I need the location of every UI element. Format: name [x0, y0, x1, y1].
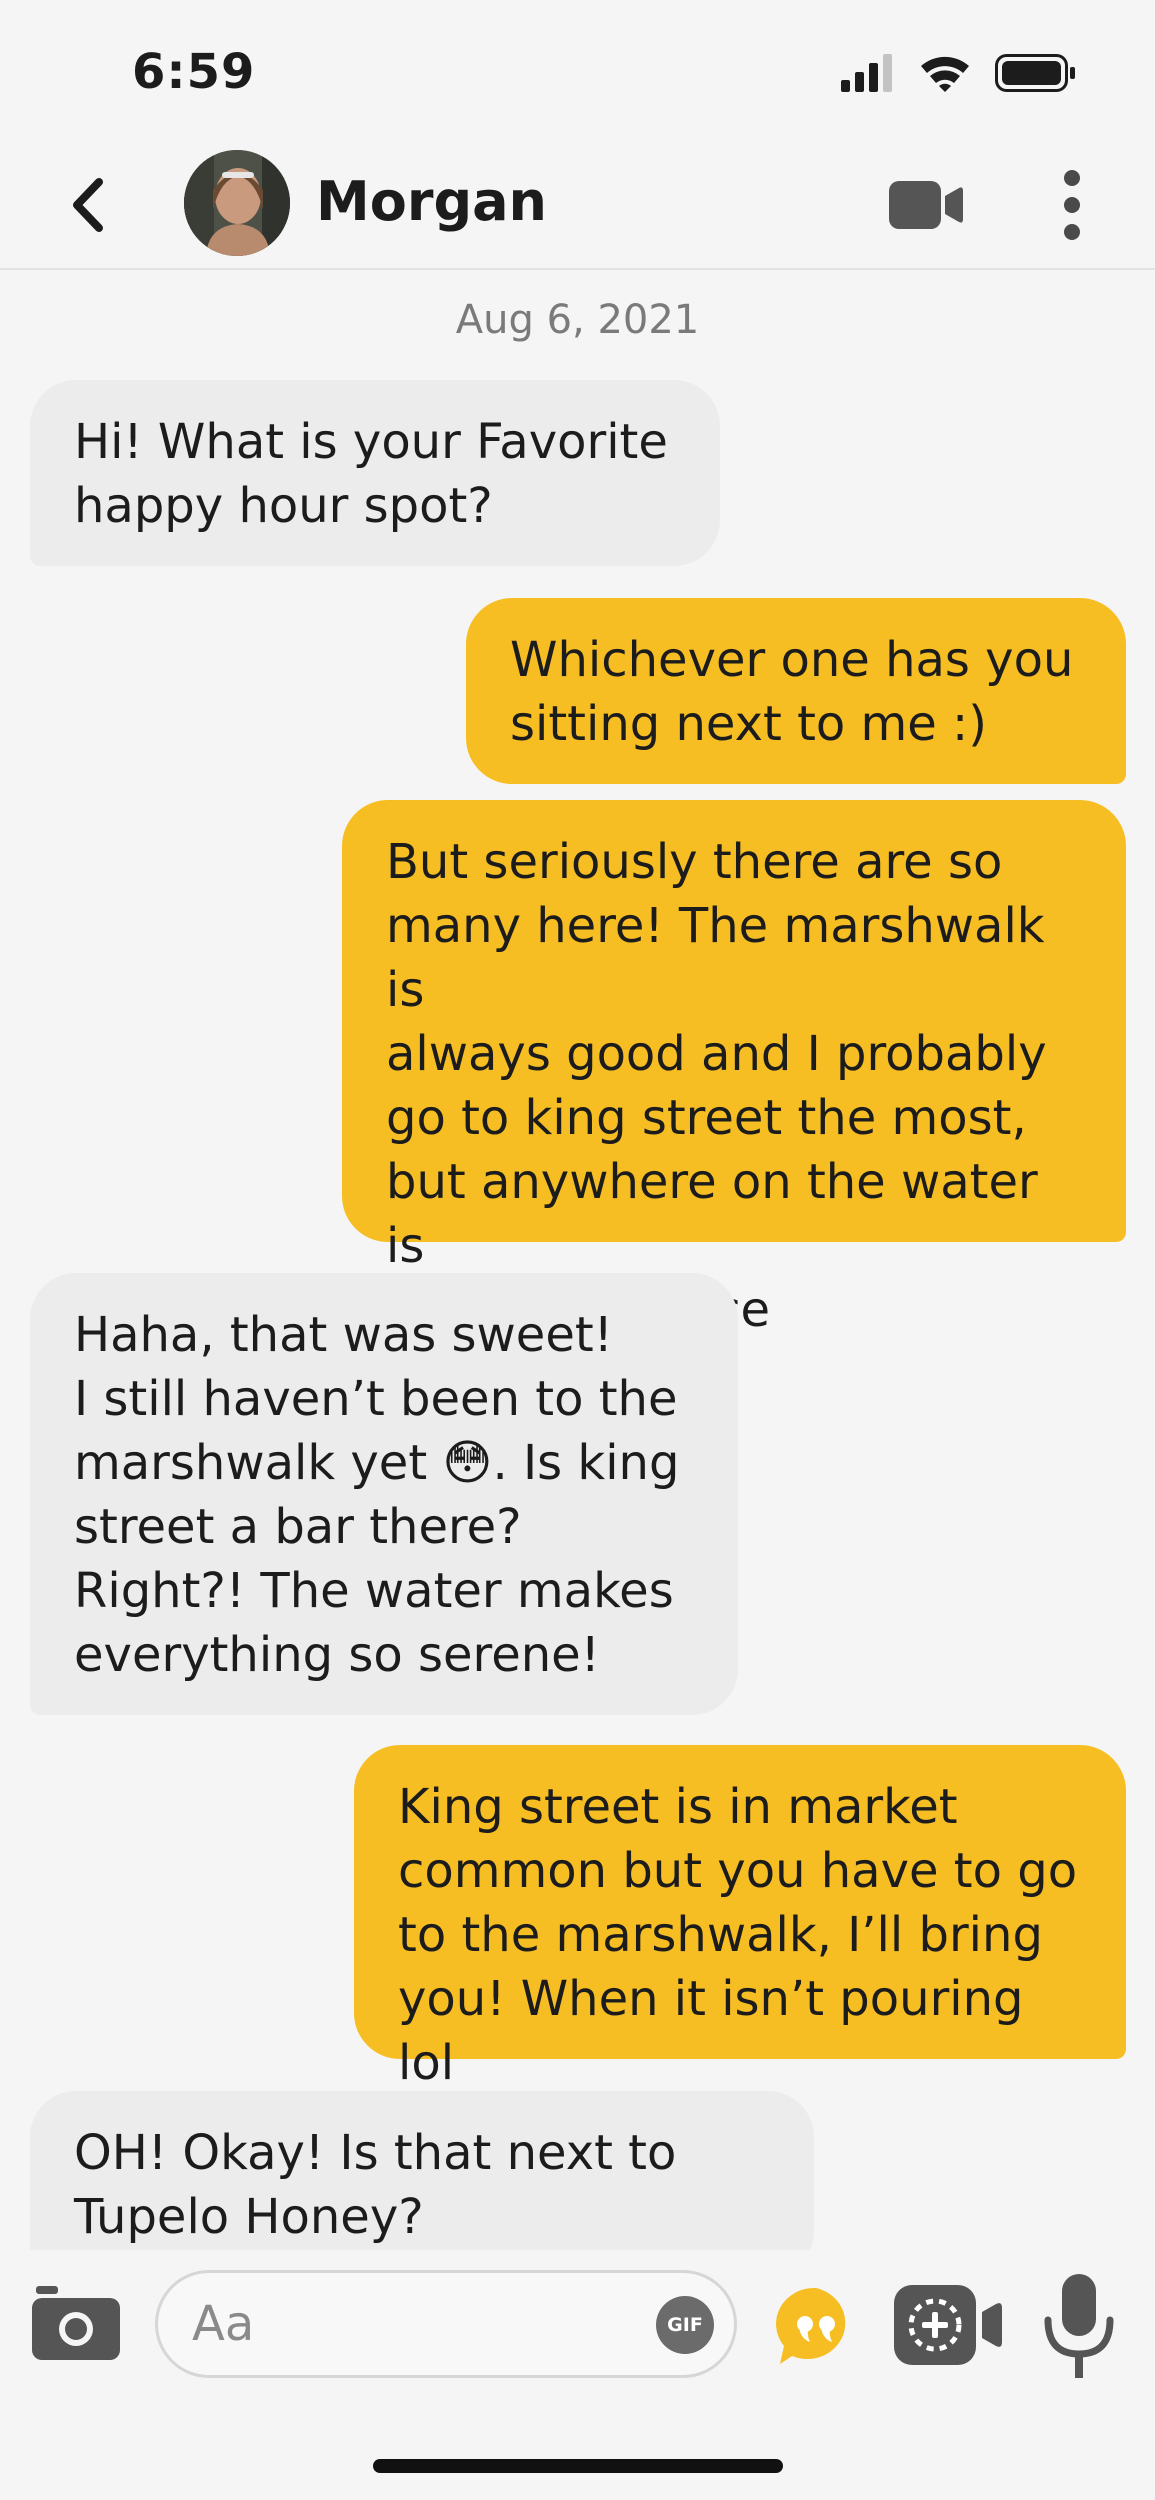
camera-icon	[32, 2286, 120, 2360]
avatar-photo	[184, 150, 290, 256]
quote-icon	[776, 2287, 846, 2364]
message-text: King street is in market common but you …	[398, 1779, 1078, 2091]
gif-label: GIF	[667, 2314, 703, 2336]
home-indicator[interactable]	[373, 2459, 783, 2473]
outgoing-message[interactable]: King street is in market common but you …	[354, 1745, 1126, 2091]
incoming-message[interactable]: Hi! What is your Favorite happy hour spo…	[30, 380, 720, 566]
add-media-button[interactable]	[892, 2282, 1004, 2368]
message-text: But seriously there are so many here! Th…	[386, 834, 1047, 1338]
voice-note-button[interactable]	[1040, 2272, 1118, 2382]
message-text: Haha, that was sweet! I still haven’t be…	[74, 1307, 680, 1683]
message-text: Hi! What is your Favorite happy hour spo…	[74, 414, 668, 534]
conversation-starter-button[interactable]	[776, 2286, 856, 2366]
incoming-message[interactable]: Haha, that was sweet! I still haven’t be…	[30, 1273, 738, 1715]
back-button[interactable]	[52, 170, 122, 240]
more-options-button[interactable]	[1048, 170, 1096, 240]
more-dot	[1064, 170, 1080, 186]
video-camera-icon	[889, 181, 963, 229]
more-dot	[1064, 197, 1080, 213]
outgoing-message[interactable]: But seriously there are so many here! Th…	[342, 800, 1126, 1338]
chevron-left-icon	[73, 178, 103, 232]
battery-icon	[995, 54, 1075, 92]
conversation-date: Aug 6, 2021	[455, 297, 700, 343]
contact-avatar[interactable]	[184, 150, 290, 256]
gif-button[interactable]: GIF	[656, 2296, 714, 2354]
camera-button[interactable]	[30, 2286, 122, 2362]
message-text: OH! Okay! Is that next to Tupelo Honey?	[74, 2125, 677, 2245]
message-input[interactable]	[155, 2270, 737, 2378]
status-icons	[839, 54, 1077, 92]
wifi-icon	[921, 56, 969, 92]
contact-name[interactable]: Morgan	[316, 170, 547, 233]
outgoing-message[interactable]: Whichever one has you sitting next to me…	[466, 598, 1126, 784]
status-bar: 6:59	[0, 0, 1155, 150]
message-composer: GIF	[0, 2250, 1155, 2400]
chat-header: Morgan	[0, 140, 1155, 270]
cellular-signal-icon	[841, 54, 892, 92]
status-time: 6:59	[132, 44, 256, 100]
more-dot	[1064, 224, 1080, 240]
microphone-icon	[1044, 2274, 1114, 2378]
message-text: Whichever one has you sitting next to me…	[510, 632, 1074, 752]
add-media-icon	[894, 2285, 1002, 2365]
video-call-button[interactable]	[885, 178, 965, 232]
